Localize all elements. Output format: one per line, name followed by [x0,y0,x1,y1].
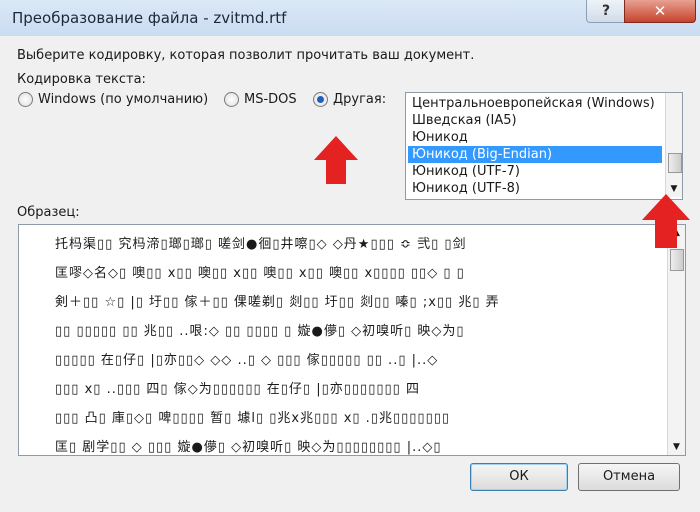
sample-line: ▯▯▯ 凸▯ 庫▯◇▯ 啤▯▯▯▯ 暂▯ 壉l▯ ▯兆x兆▯▯▯ x▯ .▯兆▯… [55,411,451,426]
scrollbar-thumb[interactable] [668,153,682,173]
sample-line: 剣＋▯▯ ☆▯ |▯ 圩▯▯ 傢＋▯▯ 倮嗟剃▯ 剡▯▯ 圩▯▯ 剡▯▯ 嗪▯ … [55,295,500,310]
sample-line: ▯▯▯▯▯ 在▯仔▯ |▯亦▯▯◇ ◇◇ ..▯ ◇ ▯▯▯ 傢▯▯▯▯▯ ▯▯… [55,353,439,368]
instruction-text: Выберите кодировку, которая позволит про… [17,48,475,63]
radio-indicator[interactable] [224,92,239,107]
sample-line: ▯▯ ▯▯▯▯▯ ▯▯ 兆▯▯ ..哏:◇ ▯▯ ▯▯▯▯ ▯ 嫙●儚▯ ◇初嗅… [55,324,465,339]
radio-ms-dos-label: MS-DOS [244,92,297,107]
annotation-arrow-up-icon [314,136,358,184]
sample-scrollbar[interactable]: ▲ ▼ [667,225,685,455]
help-button[interactable]: ? [586,0,626,23]
encoding-label: Кодировка текста: [17,72,146,87]
radio-windows[interactable]: Windows (по умолчанию) [18,92,208,107]
radio-indicator-selected[interactable] [313,92,328,107]
encoding-option[interactable]: Юникод (UTF-7) [408,163,662,180]
encoding-option[interactable]: Юникод (UTF-8) [408,180,662,197]
encoding-option[interactable]: Шведская (IA5) [408,112,662,129]
scrollbar-thumb[interactable] [670,249,684,271]
encoding-list-scrollbar[interactable]: ▼ [665,93,682,197]
annotation-arrow-up-icon [642,194,690,248]
radio-indicator[interactable] [18,92,33,107]
ok-button[interactable]: ОК [470,463,568,491]
close-button[interactable]: ✕ [624,0,696,23]
sample-line: 匡嘐◇名◇▯ 噢▯▯ x▯▯ 噢▯▯ x▯▯ 噢▯▯ x▯▯ 噢▯▯ x▯▯▯▯… [55,266,465,281]
encoding-option[interactable]: Юникод [408,129,662,146]
sample-line: 匡▯ 剧学▯▯ ◇ ▯▯▯ 嫙●儚▯ ◇初嗅听▯ 映◇为▯▯▯▯▯▯▯▯ |..… [55,440,442,455]
encoding-option[interactable]: Центральноевропейская (Windows) [408,95,662,112]
title-bar: Преобразование файла - zvitmd.rtf ? ✕ [0,0,700,37]
radio-other[interactable]: Другая: [313,92,386,107]
sample-line: 托杩渠▯▯ 究杩渧▯瑯▯瑯▯ 嗟剑●徊▯井嚓▯◇ ◇丹★▯▯▯ ≎ 弐▯ ▯剑 [55,237,467,252]
scroll-down-arrow-icon[interactable]: ▼ [668,441,685,453]
sample-label: Образец: [17,205,80,220]
cancel-button[interactable]: Отмена [578,463,680,491]
radio-other-label: Другая: [333,92,387,107]
radio-ms-dos[interactable]: MS-DOS [224,92,297,107]
sample-line: ▯▯▯ x▯ ..▯▯▯ 四▯ 傢◇为▯▯▯▯▯▯ 在▯仔▯ |▯亦▯▯▯▯▯▯… [55,382,420,397]
window-title: Преобразование файла - zvitmd.rtf [12,9,287,27]
radio-windows-label: Windows (по умолчанию) [38,92,209,107]
encoding-listbox[interactable]: Центральноевропейская (Windows) Шведская… [405,92,683,200]
encoding-option-selected[interactable]: Юникод (Big-Endian) [408,146,662,163]
sample-preview: 托杩渠▯▯ 究杩渧▯瑯▯瑯▯ 嗟剑●徊▯井嚓▯◇ ◇丹★▯▯▯ ≎ 弐▯ ▯剑 … [18,224,686,456]
